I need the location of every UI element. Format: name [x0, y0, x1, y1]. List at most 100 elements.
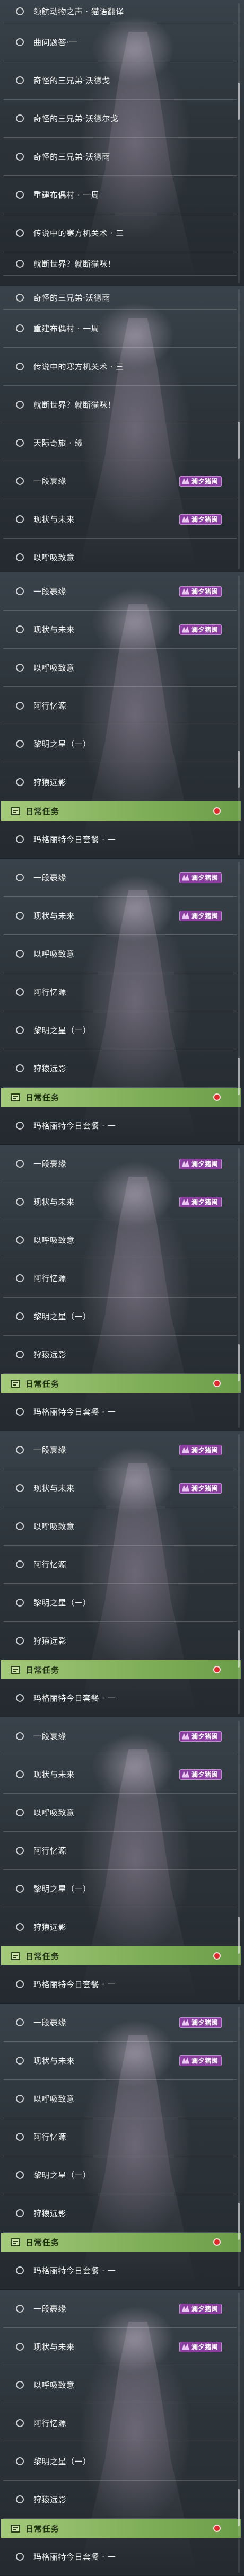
quest-list-item[interactable]: 重建布偶村 · 一周 — [3, 310, 237, 348]
scrollbar-thumb[interactable] — [238, 1917, 240, 1954]
quest-title: 玛格丽特今日套餐 · 一 — [33, 835, 116, 844]
quest-list-scrollbar[interactable] — [238, 289, 240, 569]
quest-list-item[interactable]: 一段裹缘 澜夕猪闽 — [3, 2004, 237, 2042]
section-header-daily[interactable]: 日常任务 — [1, 801, 241, 821]
quest-list-item[interactable]: 传说中的寒方机关术 · 三 — [3, 214, 237, 252]
quest-list-item[interactable]: 一段裹缘 澜夕猪闽 — [3, 2290, 237, 2328]
scrollbar-thumb[interactable] — [238, 751, 240, 788]
section-header-label: 日常任务 — [25, 1092, 60, 1102]
quest-list-scrollbar[interactable] — [238, 1721, 240, 2000]
quest-list-frame: 一段裹缘 澜夕猪闽 现状与未来 澜夕猪闽 以呼吸致意 阿行忆源 黎明之星（一） 狩猿远影 日常任… — [0, 1431, 244, 1717]
quest-list-item[interactable]: 黎明之星（一） — [3, 2156, 237, 2194]
quest-list-item[interactable]: 狩猿远影 — [3, 763, 237, 801]
quest-list-scrollbar[interactable] — [238, 2293, 240, 2573]
quest-list-item[interactable]: 现状与未来 澜夕猪闽 — [3, 2328, 237, 2366]
quest-list-item[interactable]: 狩猿远影 — [3, 2194, 237, 2233]
quest-list-item[interactable]: 狩猿远影 — [3, 1622, 237, 1660]
quest-list-item[interactable]: 黎明之星（一） — [3, 2442, 237, 2481]
quest-list-item[interactable]: 黎明之星（一） — [3, 1870, 237, 1908]
section-header-daily[interactable]: 日常任务 — [1, 2519, 241, 2538]
quest-list-item[interactable]: 以呼吸致意 — [3, 2080, 237, 2118]
scrollbar-thumb[interactable] — [238, 1630, 240, 1668]
quest-list-item[interactable]: 一段裹缘 澜夕猪闽 — [3, 1145, 237, 1183]
quest-title: 狩猿远影 — [33, 2495, 67, 2504]
quest-list-item[interactable]: 现状与未来 澜夕猪闽 — [3, 1469, 237, 1507]
quest-list-item[interactable]: 阿行忆源 — [3, 687, 237, 725]
quest-list-item[interactable]: 阿行忆源 — [3, 1259, 237, 1298]
quest-list-item[interactable]: 现状与未来 澜夕猪闽 — [3, 1183, 237, 1221]
quest-list-item[interactable]: 一段裹缘 澜夕猪闽 — [3, 572, 237, 611]
quest-list-item[interactable]: 以呼吸致意 — [3, 1221, 237, 1259]
quest-list-item[interactable]: 狩猿远影 — [3, 1908, 237, 1946]
quest-list-item[interactable]: 以呼吸致意 — [3, 935, 237, 973]
quest-list-item[interactable]: 一段裹缘 澜夕猪闽 — [3, 859, 237, 897]
quest-list-item[interactable]: 黎明之星（一） — [3, 1298, 237, 1336]
quest-list-item[interactable]: 黎明之星（一） — [3, 1011, 237, 1049]
quest-list-item[interactable]: 现状与未来 澜夕猪闽 — [3, 500, 237, 539]
quest-list-scrollbar[interactable] — [238, 3, 240, 283]
circle-bullet-icon — [16, 587, 24, 595]
quest-list-item[interactable]: 现状与未来 澜夕猪闽 — [3, 1755, 237, 1794]
quest-list-item[interactable]: 就断世界？就断猫咪！ — [3, 386, 237, 424]
quest-list-item[interactable]: 玛格丽特今日套餐 · 一 — [3, 1965, 237, 2003]
crown-icon — [181, 626, 189, 633]
quest-list-item[interactable]: 阿行忆源 — [3, 973, 237, 1011]
quest-list-item[interactable]: 阿行忆源 — [3, 2118, 237, 2156]
quest-list-item[interactable]: 阿行忆源 — [3, 1832, 237, 1870]
quest-list-item[interactable]: 玛格丽特今日套餐 · 一 — [3, 1107, 237, 1144]
quest-list-item[interactable]: 阿行忆源 — [3, 2404, 237, 2442]
quest-list-scrollbar[interactable] — [238, 2007, 240, 2287]
quest-list-item[interactable]: 玛格丽特今日套餐 · 一 — [3, 2538, 237, 2575]
quest-list-item[interactable]: 领航动物之声 · 猫语翻译 — [3, 0, 237, 23]
quest-list-scrollbar[interactable] — [238, 1148, 240, 1428]
scrollbar-thumb[interactable] — [238, 83, 240, 120]
circle-bullet-icon — [16, 2419, 24, 2427]
quest-list-scrollbar[interactable] — [238, 576, 240, 855]
quest-list-item[interactable]: 狩猿远影 — [3, 1049, 237, 1088]
quest-list-item[interactable]: 黎明之星（一） — [3, 1584, 237, 1622]
scrollbar-thumb[interactable] — [238, 2489, 240, 2526]
section-header-daily[interactable]: 日常任务 — [1, 1946, 241, 1965]
scrollbar-thumb[interactable] — [238, 1344, 240, 1381]
quest-list-item[interactable]: 以呼吸致意 — [3, 1507, 237, 1546]
quest-list-item[interactable]: 奇怪的三兄弟·沃德雨 — [3, 138, 237, 176]
quest-list-item[interactable]: 玛格丽特今日套餐 · 一 — [3, 1679, 237, 1717]
quest-list-item[interactable]: 重建布偶村 · 一周 — [3, 176, 237, 214]
quest-list-item[interactable]: 天际奇旅 · 缘 — [3, 424, 237, 462]
section-header-daily[interactable]: 日常任务 — [1, 1660, 241, 1679]
quest-list-item[interactable]: 奇怪的三兄弟·沃德尔戈 — [3, 100, 237, 138]
quest-list-item[interactable]: 玛格丽特今日套餐 · 一 — [3, 1393, 237, 1431]
event-tag-label: 澜夕猪闽 — [191, 874, 218, 881]
quest-list-item[interactable]: 以呼吸致意 — [3, 649, 237, 687]
quest-list-item[interactable]: 现状与未来 澜夕猪闽 — [3, 897, 237, 935]
quest-list-item[interactable]: 曲问题答·一 — [3, 23, 237, 61]
quest-list-scrollbar[interactable] — [238, 1434, 240, 1714]
section-header-daily[interactable]: 日常任务 — [1, 2233, 241, 2252]
quest-list-item[interactable]: 一段裹缘 澜夕猪闽 — [3, 1717, 237, 1755]
scrollbar-thumb[interactable] — [238, 422, 240, 459]
quest-list-item[interactable]: 一段裹缘 澜夕猪闽 — [3, 462, 237, 500]
quest-list-item[interactable]: 以呼吸致意 — [3, 539, 237, 572]
quest-list-item[interactable]: 传说中的寒方机关术 · 三 — [3, 348, 237, 386]
quest-list-item[interactable]: 一段裹缘 澜夕猪闽 — [3, 1431, 237, 1469]
quest-list-item[interactable]: 奇怪的三兄弟·沃德雨 — [3, 286, 237, 310]
quest-list-item[interactable]: 现状与未来 澜夕猪闽 — [3, 2042, 237, 2080]
quest-list-scrollbar[interactable] — [238, 862, 240, 1142]
quest-list-item[interactable]: 以呼吸致意 — [3, 2366, 237, 2404]
quest-list-item[interactable]: 现状与未来 澜夕猪闽 — [3, 611, 237, 649]
event-tag-label: 澜夕猪闽 — [191, 1485, 218, 1492]
quest-list-item[interactable]: 狩猿远影 — [3, 2481, 237, 2519]
scrollbar-thumb[interactable] — [238, 2203, 240, 2240]
quest-list-item[interactable]: 奇怪的三兄弟·沃德戈 — [3, 61, 237, 100]
quest-list-item[interactable]: 阿行忆源 — [3, 1546, 237, 1584]
quest-list-item[interactable]: 以呼吸致意 — [3, 1794, 237, 1832]
scrollbar-thumb[interactable] — [238, 1058, 240, 1095]
quest-list-item[interactable]: 玛格丽特今日套餐 · 一 — [3, 821, 237, 858]
section-header-daily[interactable]: 日常任务 — [1, 1374, 241, 1393]
event-tag-label: 澜夕猪闽 — [191, 2305, 218, 2313]
quest-list-item[interactable]: 玛格丽特今日套餐 · 一 — [3, 2252, 237, 2289]
quest-list-item[interactable]: 就断世界？就断猫咪！ — [3, 252, 237, 276]
quest-list-item[interactable]: 黎明之星（一） — [3, 725, 237, 763]
quest-list-item[interactable]: 狩猿远影 — [3, 1336, 237, 1374]
section-header-daily[interactable]: 日常任务 — [1, 1088, 241, 1107]
